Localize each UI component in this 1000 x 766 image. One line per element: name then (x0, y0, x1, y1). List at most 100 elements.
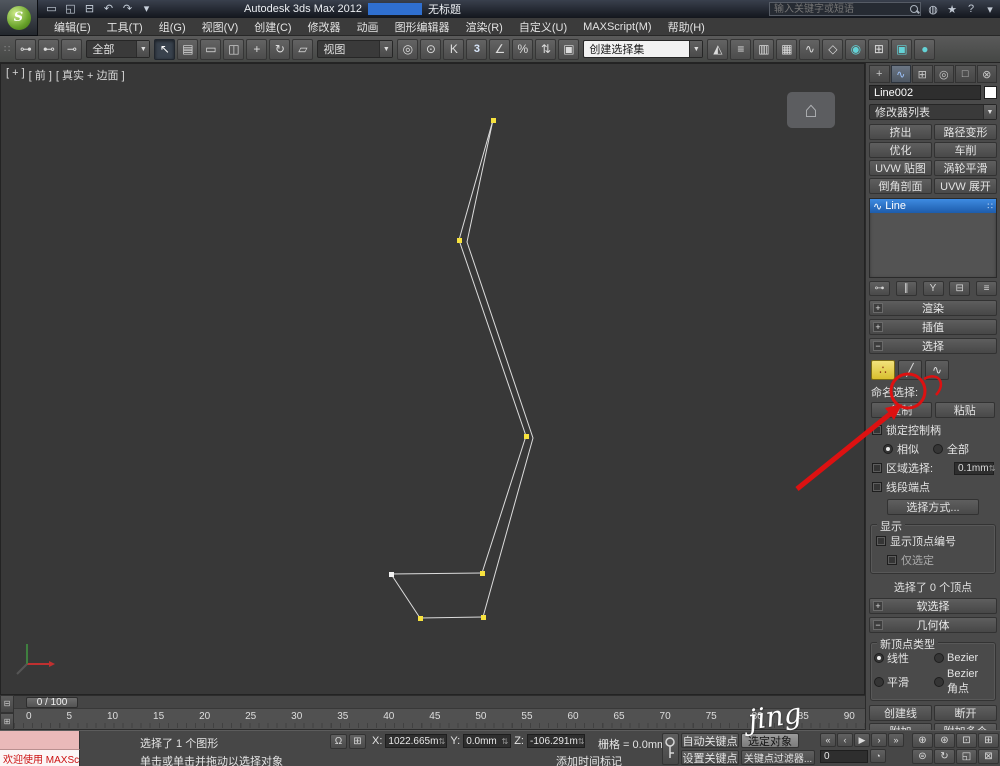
edit-named-sets-icon[interactable]: ▣ (558, 38, 580, 60)
spline-vertex[interactable] (457, 238, 462, 243)
rollout-soft-selection[interactable]: + 软选择 (869, 598, 997, 614)
object-name-field[interactable]: Line002 (869, 85, 981, 100)
key-filters-button[interactable]: 关键点过滤器... (741, 750, 815, 765)
orbit-icon[interactable]: ↻ (934, 749, 955, 764)
new-scene-icon[interactable]: ▭ (44, 2, 59, 16)
menu-item[interactable]: 视图(V) (194, 18, 247, 36)
set-key-button[interactable]: 设置关键点 (681, 750, 739, 765)
vertex-subobject-button[interactable]: ∴ (871, 360, 895, 380)
spline-vertex[interactable] (524, 434, 529, 439)
add-time-tag[interactable]: 添加时间标记 (556, 753, 622, 766)
selection-region-icon[interactable]: ▭ (200, 38, 222, 60)
redo-icon[interactable]: ↷ (120, 2, 135, 16)
render-setup-icon[interactable]: ⊞ (868, 38, 890, 60)
viewport-menu-general[interactable]: [ + ] (6, 67, 25, 83)
spline-vertex[interactable] (389, 572, 394, 577)
align-icon[interactable]: ≡ (730, 38, 752, 60)
zoom-region-icon[interactable]: ⊞ (978, 733, 999, 748)
chevron-down-icon[interactable]: ▼ (983, 105, 996, 119)
area-selection-checkbox[interactable] (872, 463, 882, 473)
spinner-icon[interactable]: ⇅ (502, 737, 509, 746)
spline-vertex[interactable] (480, 571, 485, 576)
reference-coordinate-dropdown[interactable]: 视图 ▼ (317, 40, 394, 58)
select-and-link-icon[interactable]: ⊶ (15, 38, 37, 60)
unlink-selection-icon[interactable]: ⊷ (38, 38, 60, 60)
stack-item-line[interactable]: ∿ Line ∷ (870, 199, 996, 213)
track-bar[interactable]: 0 5 10 15 20 25 30 35 40 45 50 55 60 65 … (14, 709, 865, 730)
viewport-menu-shading[interactable]: [ 真实 + 边面 ] (56, 67, 125, 83)
project-menu-icon[interactable]: ▾ (139, 2, 154, 16)
select-and-manipulate-icon[interactable]: ⊙ (420, 38, 442, 60)
segment-end-checkbox[interactable] (872, 482, 882, 492)
set-key-big-button[interactable] (662, 733, 679, 765)
next-frame-icon[interactable]: › (871, 733, 887, 747)
zoom-extents-icon[interactable]: ⊡ (956, 733, 977, 748)
menu-item[interactable]: 创建(C) (246, 18, 299, 36)
selection-filter-dropdown[interactable]: 全部 ▼ (86, 40, 151, 58)
bezier-corner-vertex-radio[interactable] (934, 677, 944, 687)
zoom-icon[interactable]: ⊕ (912, 733, 933, 748)
front-viewport[interactable]: [ + ] [ 前 ] [ 真实 + 边面 ] ⌂ (0, 63, 865, 695)
menu-item[interactable]: 渲染(R) (458, 18, 511, 36)
modifier-preset-button[interactable]: 涡轮平滑 (934, 160, 997, 176)
modifier-preset-button[interactable]: UVW 贴图 (869, 160, 932, 176)
toolbar-grip[interactable]: ∷ (4, 44, 10, 55)
selection-lock-toggle-icon[interactable]: Ω (330, 734, 347, 749)
infocenter-menu-icon[interactable]: ▾ (983, 3, 997, 16)
application-button[interactable]: S (0, 0, 38, 36)
go-to-start-icon[interactable]: « (820, 733, 836, 747)
tab-hierarchy[interactable]: ⊞ (912, 65, 933, 83)
angle-snap-icon[interactable]: ∠ (489, 38, 511, 60)
menu-item[interactable]: 组(G) (151, 18, 194, 36)
spinner-snap-icon[interactable]: ⇅ (535, 38, 557, 60)
time-configuration-icon[interactable]: ◔ (870, 749, 886, 763)
material-editor-icon[interactable]: ◉ (845, 38, 867, 60)
mirror-icon[interactable]: ◭ (707, 38, 729, 60)
current-frame-field[interactable]: 0 (820, 749, 868, 763)
menu-item[interactable]: 图形编辑器 (387, 18, 458, 36)
menu-item[interactable]: 帮助(H) (660, 18, 713, 36)
linear-vertex-radio[interactable] (874, 653, 884, 663)
modifier-preset-button[interactable]: 倒角剖面 (869, 178, 932, 194)
modifier-stack[interactable]: ∿ Line ∷ (869, 198, 997, 278)
modifier-preset-button[interactable]: 优化 (869, 142, 932, 158)
chevron-down-icon[interactable]: ▼ (136, 41, 150, 57)
infocenter-search[interactable] (769, 2, 921, 16)
percent-snap-icon[interactable]: % (512, 38, 534, 60)
y-coordinate-field[interactable]: 0.0mm ⇅ (463, 734, 512, 748)
select-and-rotate-icon[interactable]: ↻ (269, 38, 291, 60)
open-mini-curve-editor-icon[interactable]: ⊟ (0, 695, 14, 713)
render-production-icon[interactable]: ● (914, 38, 936, 60)
all-radio[interactable] (933, 444, 943, 454)
paste-button[interactable]: 粘贴 (934, 402, 995, 418)
spline-subobject-button[interactable]: ∿ (925, 360, 949, 380)
curve-editor-icon[interactable]: ∿ (799, 38, 821, 60)
modifier-preset-button[interactable]: 挤出 (869, 124, 932, 140)
expand-icon[interactable]: + (873, 601, 883, 611)
geometry-button[interactable]: 附加多个 (934, 723, 997, 730)
rollout-geometry[interactable]: − 几何体 (869, 617, 997, 633)
geometry-button[interactable]: 断开 (934, 705, 997, 721)
macro-recorder-field[interactable] (0, 731, 80, 750)
geometry-button[interactable]: 创建线 (869, 705, 932, 721)
similar-radio[interactable] (883, 444, 893, 454)
spline-path-foot[interactable] (390, 572, 484, 619)
chevron-down-icon[interactable]: ▼ (689, 41, 703, 57)
modifier-preset-button[interactable]: 车削 (934, 142, 997, 158)
spline-path-left[interactable] (458, 119, 527, 574)
bind-to-space-warp-icon[interactable]: ⊸ (61, 38, 83, 60)
save-file-icon[interactable]: ⊟ (82, 2, 97, 16)
area-threshold-field[interactable]: 0.1mm ⇅ (954, 461, 995, 475)
rollout-selection[interactable]: − 选择 (869, 338, 997, 354)
snap-toggle-3d-icon[interactable]: 3 (466, 38, 488, 60)
select-by-name-icon[interactable]: ▤ (177, 38, 199, 60)
time-slider[interactable]: 0 / 100 (14, 695, 865, 709)
auto-key-button[interactable]: 自动关键点 (681, 733, 739, 748)
time-slider-handle[interactable]: 0 / 100 (26, 697, 78, 708)
rollout-interpolation[interactable]: + 插值 (869, 319, 997, 335)
lock-handles-checkbox[interactable] (872, 425, 882, 435)
menu-item[interactable]: MAXScript(M) (575, 20, 659, 34)
maximize-viewport-icon[interactable]: ⊠ (978, 749, 999, 764)
expand-icon[interactable]: + (873, 303, 883, 313)
menu-item[interactable]: 动画 (349, 18, 387, 36)
